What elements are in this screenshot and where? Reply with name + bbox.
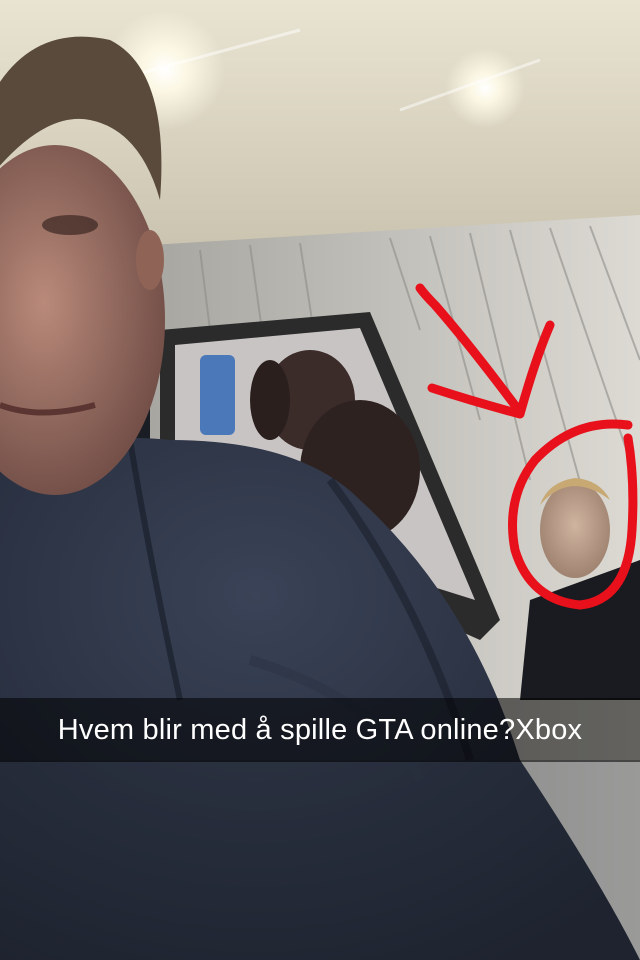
snap-caption-text: Hvem blir med å spille GTA online?Xbox (57, 713, 583, 746)
selfie-photo (0, 0, 640, 960)
snap-caption-bar: Hvem blir med å spille GTA online?Xbox (0, 698, 640, 762)
snap-photo-view[interactable]: Hvem blir med å spille GTA online?Xbox (0, 0, 640, 960)
